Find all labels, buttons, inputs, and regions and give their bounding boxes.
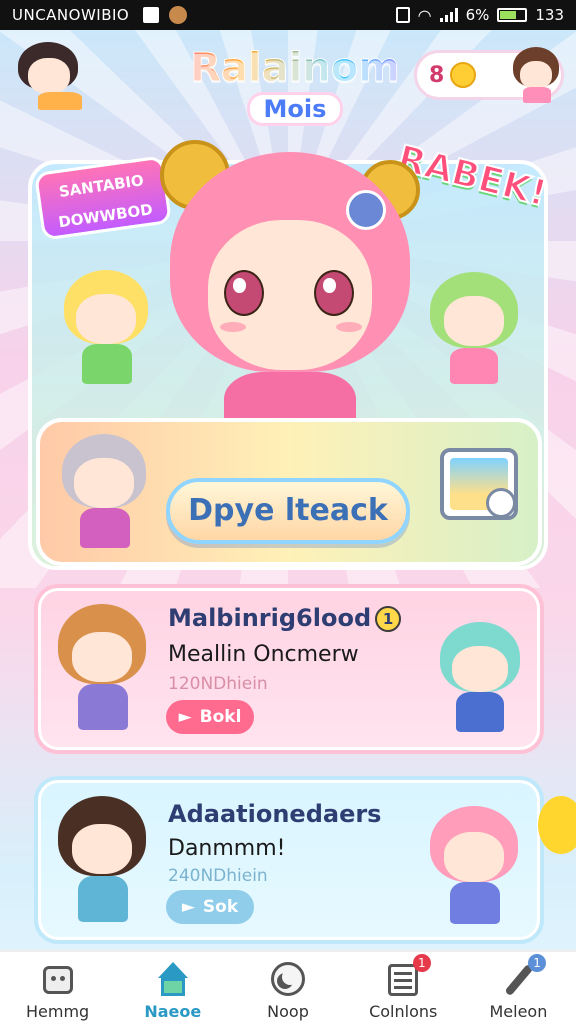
balloon-icon	[538, 796, 576, 854]
quest-card-button-label: Bokl	[199, 707, 242, 727]
character-teal-hair	[434, 618, 526, 736]
quest-card[interactable]: Malbinrig6lood 1 Meallin Oncmerw 120NDhie…	[34, 584, 544, 754]
app-notification-icon	[169, 6, 188, 24]
carrier-name: UNCANOWIBIO	[12, 6, 130, 24]
robot-icon	[37, 960, 79, 1000]
arrow-icon: ►	[178, 707, 192, 727]
notification-badge: 1	[412, 954, 431, 972]
quest-card-meta: 120NDhiein	[168, 674, 268, 694]
profile-avatar[interactable]	[509, 47, 565, 105]
nav-label: Meleon	[489, 1002, 548, 1021]
game-logo: Ralainom Mois	[150, 46, 440, 136]
currency-counter[interactable]: 8	[414, 47, 564, 103]
game-subtitle: Mois	[246, 92, 344, 126]
moon-icon	[267, 960, 309, 1000]
quest-card-button[interactable]: ► Bokl	[166, 700, 254, 734]
battery-icon	[497, 8, 528, 22]
battery-percent: 6%	[465, 6, 490, 24]
home-icon	[152, 960, 194, 1000]
nav-label: Colnlons	[369, 1002, 438, 1021]
nav-label: Naeoe	[144, 1002, 202, 1021]
event-card-title: Adaationedaers	[168, 800, 382, 828]
quest-card-title-text: Malbinrig6lood	[168, 604, 372, 632]
gallery-icon[interactable]	[440, 448, 518, 520]
bottom-nav: Hemmg Naeoe Noop 1 Colnlons 1 Meleon	[0, 950, 576, 1024]
coin-icon	[450, 62, 477, 88]
character-silver-hair[interactable]	[56, 430, 152, 550]
quest-card-title: Malbinrig6lood 1	[168, 604, 402, 632]
nav-label: Hemmg	[26, 1002, 90, 1021]
currency-value: 8	[429, 62, 445, 88]
nav-item-hemmg[interactable]: Hemmg	[0, 952, 115, 1024]
character-pink-pigtails	[424, 800, 524, 930]
status-bar: UNCANOWIBIO ◠ 6% 133	[0, 0, 576, 30]
nav-item-meleon[interactable]: 1 Meleon	[461, 952, 576, 1024]
character-blonde[interactable]	[58, 262, 154, 392]
quest-card-subtitle: Meallin Oncmerw	[168, 642, 359, 667]
event-card-meta: 240NDhiein	[168, 866, 268, 886]
character-green-hair[interactable]	[424, 266, 524, 390]
notification-icon	[143, 7, 160, 23]
player-avatar[interactable]	[14, 40, 84, 110]
nav-item-colnlons[interactable]: 1 Colnlons	[346, 952, 461, 1024]
heart-hairclip-icon	[346, 190, 386, 230]
play-button[interactable]: Dpye lteack	[166, 478, 410, 544]
nav-item-naeoe[interactable]: Naeoe	[115, 952, 230, 1024]
nav-item-noop[interactable]: Noop	[230, 952, 345, 1024]
quest-card-badge: 1	[375, 606, 402, 632]
game-title: Ralainom	[150, 46, 440, 91]
nav-label: Noop	[267, 1002, 309, 1021]
event-card[interactable]: Adaationedaers Danmmm! 240NDhiein ► Sok	[34, 776, 544, 944]
signal-icon	[439, 8, 458, 22]
event-card-button[interactable]: ► Sok	[166, 890, 254, 924]
event-card-button-label: Sok	[202, 897, 239, 917]
event-card-subtitle: Danmmm!	[168, 836, 286, 861]
character-dark-hair	[52, 790, 152, 930]
wifi-icon: ◠	[417, 5, 432, 25]
character-brown-hair	[52, 598, 152, 738]
notification-badge: 1	[528, 954, 547, 972]
clock: 133	[535, 6, 564, 24]
arrow-icon: ►	[181, 897, 195, 917]
sim-icon	[395, 7, 410, 23]
